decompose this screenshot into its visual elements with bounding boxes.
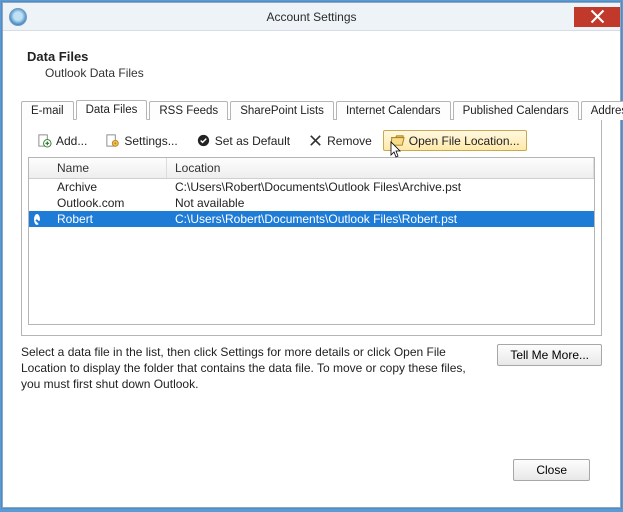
add-button[interactable]: Add... — [30, 130, 94, 151]
row-location: Not available — [167, 195, 594, 211]
remove-button[interactable]: Remove — [301, 130, 379, 151]
row-name: Archive — [49, 179, 167, 195]
toolbar: Add... Settings... Set as Default Remove… — [28, 128, 595, 157]
remove-icon — [308, 133, 323, 148]
add-file-icon — [37, 133, 52, 148]
close-button[interactable]: Close — [513, 459, 590, 481]
open-file-location-button[interactable]: Open File Location... — [383, 130, 527, 151]
hint-text: Select a data file in the list, then cli… — [21, 344, 487, 393]
window-close-button[interactable] — [574, 7, 620, 27]
list-header[interactable]: Name Location — [29, 158, 594, 179]
tab-internet-calendars[interactable]: Internet Calendars — [336, 101, 451, 120]
set-default-label: Set as Default — [215, 134, 290, 148]
section-subtitle: Outlook Data Files — [45, 66, 604, 80]
tab-email[interactable]: E-mail — [21, 101, 74, 120]
settings-label: Settings... — [124, 134, 177, 148]
app-icon — [9, 8, 27, 26]
account-settings-window: Account Settings Data Files Outlook Data… — [2, 2, 621, 508]
titlebar[interactable]: Account Settings — [3, 3, 620, 31]
row-name: Outlook.com — [49, 195, 167, 211]
open-file-location-label: Open File Location... — [409, 134, 520, 148]
table-row[interactable]: Robert C:\Users\Robert\Documents\Outlook… — [29, 211, 594, 227]
tab-sharepoint-lists[interactable]: SharePoint Lists — [230, 101, 334, 120]
default-check-icon — [33, 213, 41, 226]
add-label: Add... — [56, 134, 87, 148]
check-circle-icon — [196, 133, 211, 148]
settings-button[interactable]: Settings... — [98, 130, 184, 151]
tell-me-more-button[interactable]: Tell Me More... — [497, 344, 602, 366]
close-icon — [590, 9, 605, 24]
set-default-button[interactable]: Set as Default — [189, 130, 297, 151]
folder-open-icon — [390, 133, 405, 148]
tab-content: Add... Settings... Set as Default Remove… — [21, 120, 602, 336]
table-row[interactable]: Outlook.com Not available — [29, 195, 594, 211]
tab-published-calendars[interactable]: Published Calendars — [453, 101, 579, 120]
remove-label: Remove — [327, 134, 372, 148]
row-location: C:\Users\Robert\Documents\Outlook Files\… — [167, 179, 594, 195]
data-files-list[interactable]: Name Location Archive C:\Users\Robert\Do… — [28, 157, 595, 325]
table-row[interactable]: Archive C:\Users\Robert\Documents\Outloo… — [29, 179, 594, 195]
column-name[interactable]: Name — [49, 158, 167, 178]
section-title: Data Files — [27, 49, 604, 64]
tab-data-files[interactable]: Data Files — [76, 100, 148, 120]
row-location: C:\Users\Robert\Documents\Outlook Files\… — [167, 211, 594, 227]
tab-rss-feeds[interactable]: RSS Feeds — [149, 101, 228, 120]
window-title: Account Settings — [3, 10, 620, 24]
tab-bar: E-mail Data Files RSS Feeds SharePoint L… — [21, 96, 602, 120]
settings-file-icon — [105, 133, 120, 148]
column-location[interactable]: Location — [167, 158, 594, 178]
tab-address-books[interactable]: Address Books — [581, 101, 623, 120]
row-name: Robert — [49, 211, 167, 227]
